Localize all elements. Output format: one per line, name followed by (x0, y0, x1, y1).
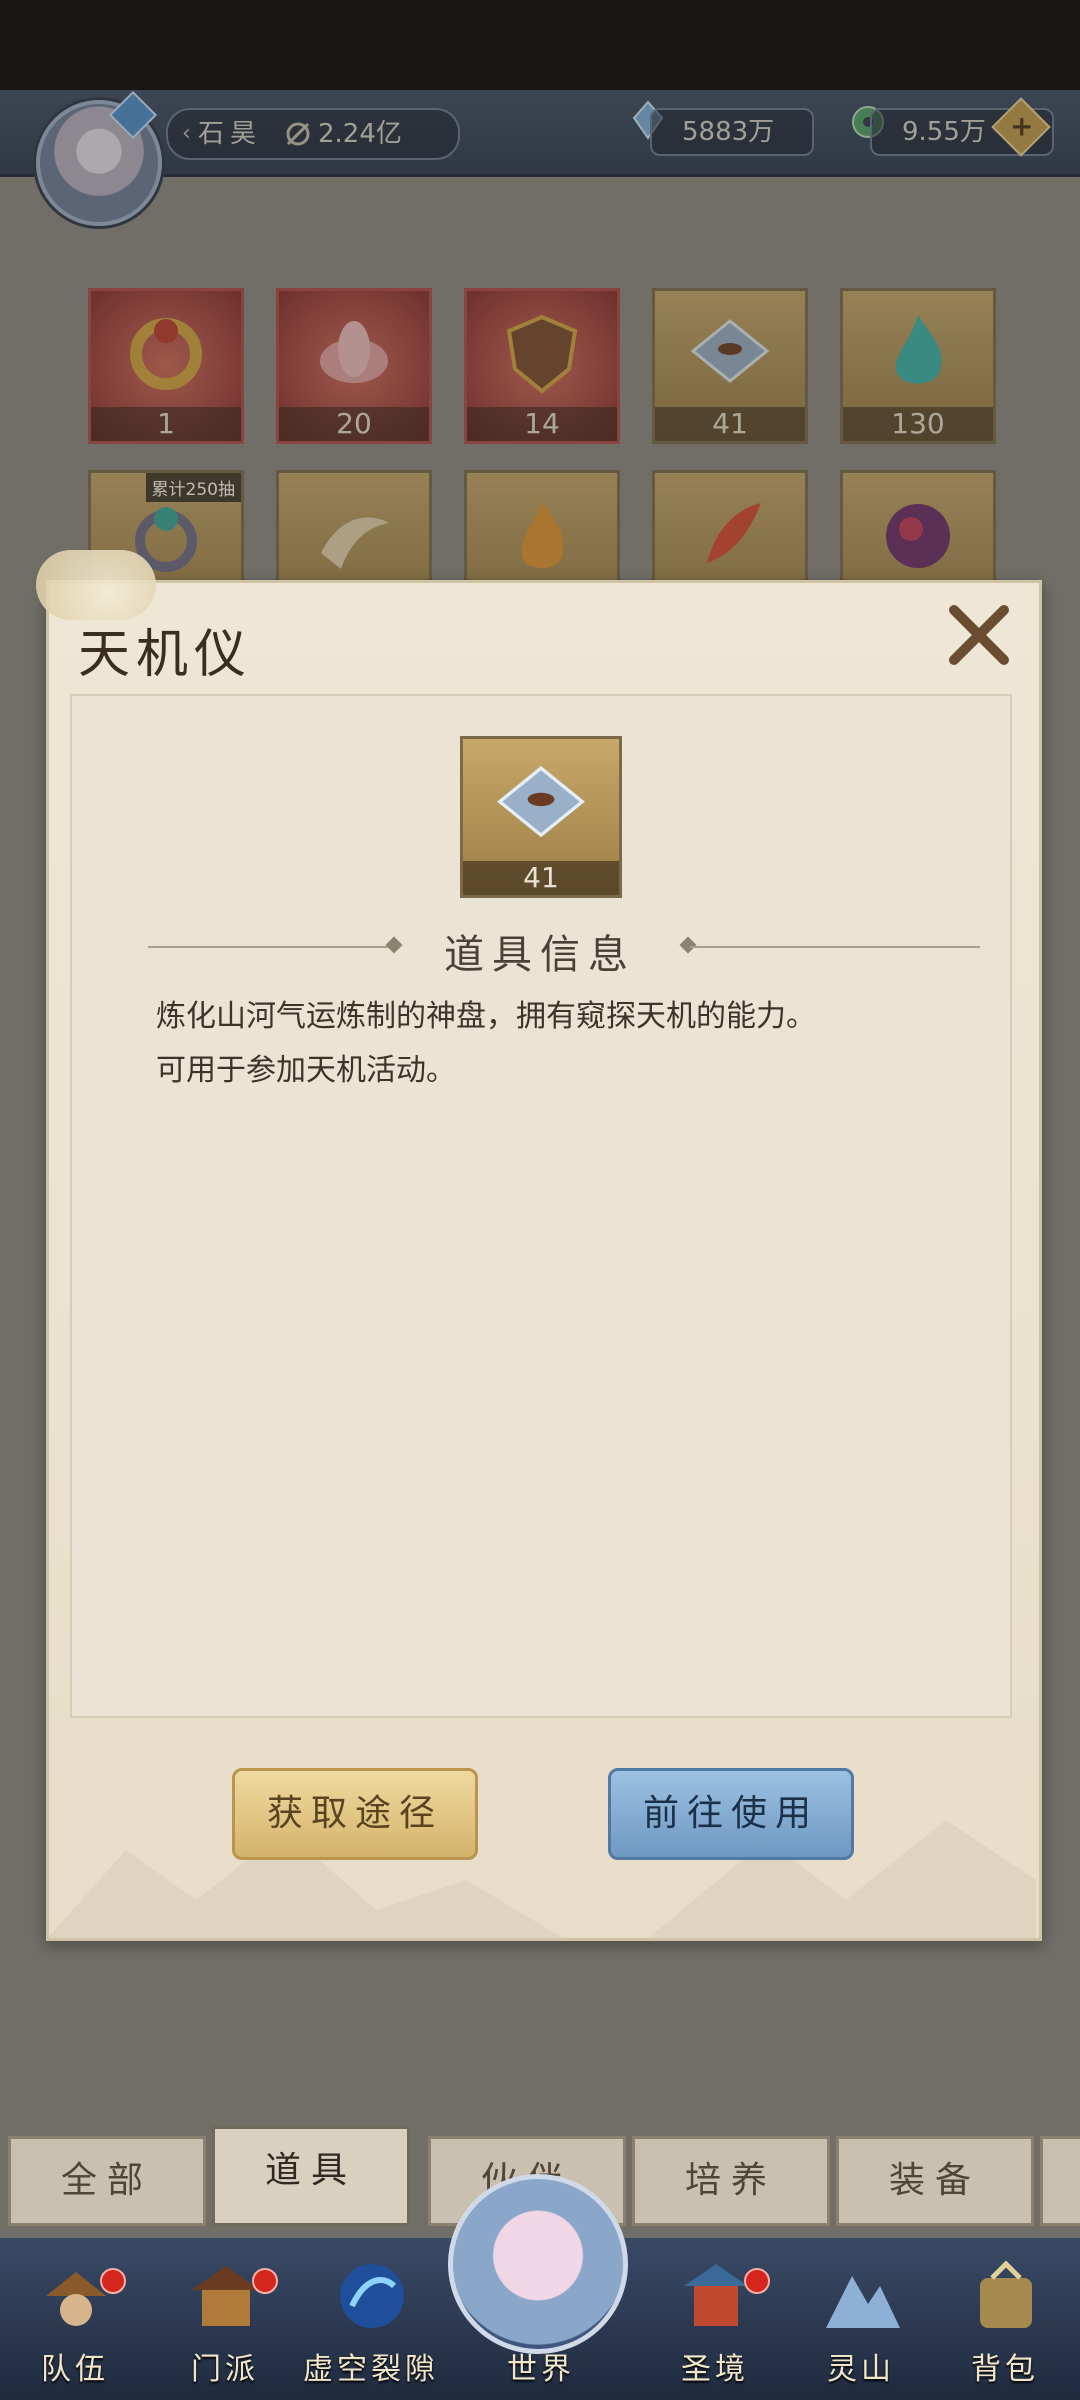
nav-label: 虚空裂隙 (303, 2352, 439, 2387)
nav-label: 队伍 (41, 2352, 109, 2387)
nav-label: 灵山 (827, 2352, 895, 2387)
nav-void-rift[interactable]: 虚空裂隙 (296, 2248, 446, 2400)
tab-all[interactable]: 全部 (8, 2136, 206, 2226)
go-use-button[interactable]: 前往使用 (608, 1768, 854, 1860)
notification-dot (252, 2268, 278, 2294)
nav-backpack[interactable]: 背包 (930, 2248, 1080, 2400)
nav-label: 背包 (971, 2352, 1039, 2387)
obtain-method-button[interactable]: 获取途径 (232, 1768, 478, 1860)
nav-world[interactable]: 世界 (466, 2248, 616, 2400)
nav-team[interactable]: 队伍 (0, 2248, 150, 2400)
tab-cultivation[interactable]: 培养 (632, 2136, 830, 2226)
nav-label: 圣境 (681, 2352, 749, 2387)
notification-dot (744, 2268, 770, 2294)
notification-dot (100, 2268, 126, 2294)
close-icon[interactable] (944, 600, 1014, 670)
item-detail-icon-slot: 41 (460, 736, 622, 898)
backpack-icon (980, 2260, 1032, 2328)
divider-line (690, 946, 980, 948)
team-icon (46, 2272, 106, 2326)
tab-equipment[interactable]: 装备 (836, 2136, 1034, 2226)
dialog-title: 天机仪 (78, 625, 253, 685)
tab-items[interactable]: 道具 (212, 2126, 410, 2226)
nav-label: 世界 (507, 2352, 575, 2387)
section-title: 道具信息 (444, 932, 636, 978)
description-line: 可用于参加天机活动。 (156, 1053, 456, 1088)
nav-holy-realm[interactable]: 圣境 (640, 2248, 790, 2400)
pagoda-icon (684, 2264, 748, 2326)
nav-label: 门派 (191, 2352, 259, 2387)
description-line: 炼化山河气运炼制的神盘，拥有窥探天机的能力。 (156, 999, 816, 1034)
mountain-icon (826, 2276, 900, 2328)
void-rift-icon (340, 2264, 404, 2328)
tab-more[interactable] (1040, 2136, 1080, 2226)
cloud-ornament-icon (36, 550, 156, 620)
sect-building-icon (192, 2266, 260, 2326)
mountain-decoration-icon (46, 1820, 1036, 1940)
compass-plate-icon (497, 766, 585, 838)
item-count: 41 (463, 861, 619, 895)
item-description: 炼化山河气运炼制的神盘，拥有窥探天机的能力。 可用于参加天机活动。 (156, 990, 956, 1098)
nav-spirit-mountain[interactable]: 灵山 (786, 2248, 936, 2400)
nav-sect[interactable]: 门派 (150, 2248, 300, 2400)
